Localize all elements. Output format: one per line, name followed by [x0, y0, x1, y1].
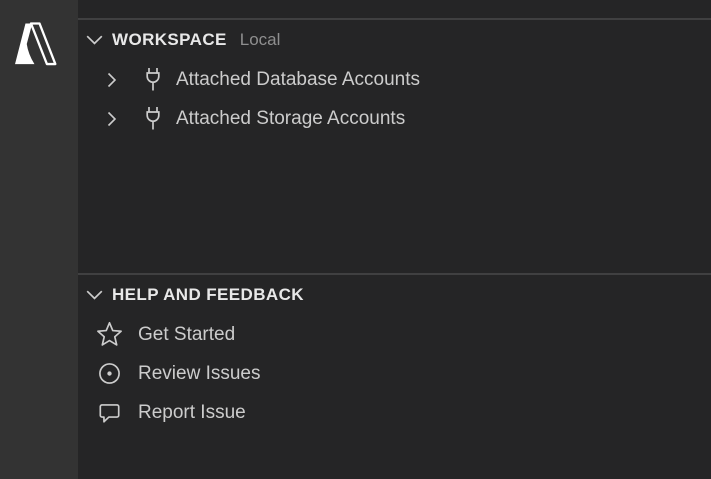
comment-icon [95, 399, 123, 427]
help-pane-header[interactable]: HELP AND FEEDBACK [78, 275, 711, 315]
chevron-right-icon [105, 72, 119, 88]
workspace-tree: Attached Database Accounts [78, 60, 711, 138]
azure-logo-icon [13, 22, 57, 66]
tree-item-attached-database-accounts[interactable]: Attached Database Accounts [78, 60, 711, 99]
plug-icon [143, 105, 163, 133]
help-and-feedback-pane: HELP AND FEEDBACK Get Started [78, 273, 711, 432]
help-list: Get Started Review Issues [78, 315, 711, 432]
issues-circle-icon [95, 360, 123, 388]
help-item-review-issues[interactable]: Review Issues [78, 354, 711, 393]
plug-icon [143, 66, 163, 94]
help-item-get-started[interactable]: Get Started [78, 315, 711, 354]
vscode-azure-sidebar: WORKSPACE Local [0, 0, 711, 479]
workspace-pane: WORKSPACE Local [78, 18, 711, 138]
star-icon [95, 321, 123, 349]
chevron-right-icon [105, 111, 119, 127]
chevron-down-icon [86, 290, 103, 300]
tree-item-attached-storage-accounts[interactable]: Attached Storage Accounts [78, 99, 711, 138]
help-pane-title: HELP AND FEEDBACK [112, 285, 304, 305]
help-item-label: Review Issues [138, 363, 261, 385]
activity-bar-item-azure[interactable] [13, 22, 57, 66]
help-item-report-issue[interactable]: Report Issue [78, 393, 711, 432]
tree-item-label: Attached Storage Accounts [176, 108, 405, 130]
help-item-label: Get Started [138, 324, 235, 346]
help-item-label: Report Issue [138, 402, 246, 424]
tree-item-label: Attached Database Accounts [176, 69, 420, 91]
workspace-pane-header[interactable]: WORKSPACE Local [78, 20, 711, 60]
workspace-pane-description: Local [240, 30, 281, 50]
sidebar: WORKSPACE Local [78, 0, 711, 479]
activity-bar [0, 0, 78, 479]
workspace-pane-title: WORKSPACE [112, 30, 227, 50]
chevron-down-icon [86, 35, 103, 45]
